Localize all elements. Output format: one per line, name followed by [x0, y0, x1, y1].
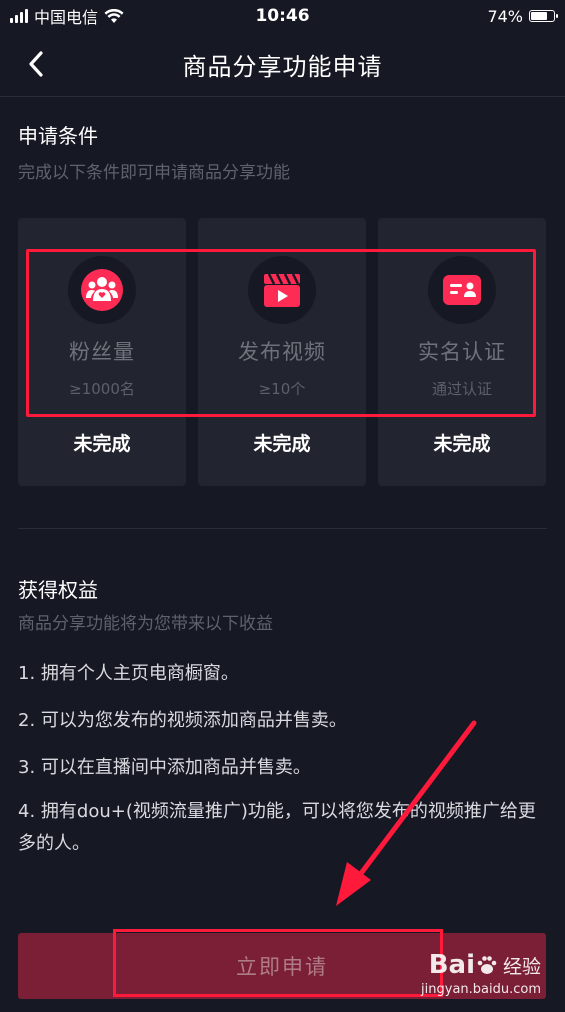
paw-icon — [477, 956, 497, 974]
carrier-label: 中国电信 — [34, 8, 99, 27]
card-requirement: 通过认证 — [431, 380, 492, 398]
signal-icon — [10, 9, 28, 23]
video-icon-wrap — [248, 256, 316, 324]
card-requirement: ≥10个 — [258, 380, 306, 398]
fans-icon-wrap — [68, 256, 136, 324]
card-name: 发布视频 — [238, 340, 326, 364]
card-status: 未完成 — [253, 433, 311, 455]
divider — [18, 528, 547, 529]
status-time: 10:46 — [255, 6, 310, 26]
id-icon-wrap — [428, 256, 496, 324]
conditions-title: 申请条件 — [18, 124, 98, 148]
status-left: 中国电信 — [10, 4, 124, 28]
benefit-item: 3. 可以在直播间中添加商品并售卖。 — [18, 757, 311, 778]
battery-icon — [529, 10, 558, 22]
condition-cards: 粉丝量 ≥1000名 未完成 发布视频 ≥10个 未完成 实名认证 通过认证 未… — [18, 218, 546, 486]
card-name: 实名认证 — [418, 340, 506, 364]
status-bar: 中国电信 10:46 74% — [0, 0, 565, 32]
watermark-suffix: 经验 — [502, 955, 541, 978]
id-card-icon — [443, 275, 481, 305]
card-status: 未完成 — [433, 433, 491, 455]
card-status: 未完成 — [73, 433, 131, 455]
card-requirement: ≥1000名 — [69, 380, 135, 398]
status-right: 74% — [487, 6, 558, 26]
battery-fill — [531, 12, 548, 20]
conditions-subtitle: 完成以下条件即可申请商品分享功能 — [18, 163, 290, 183]
chevron-left-icon — [29, 51, 43, 77]
nav-bar: 商品分享功能申请 — [0, 32, 565, 97]
annotation-arrow — [336, 720, 477, 906]
wifi-icon — [104, 8, 124, 23]
baidu-watermark: Bai 经验 jingyan.baidu.com — [421, 950, 541, 997]
battery-percent: 74% — [487, 6, 523, 26]
benefits-subtitle: 商品分享功能将为您带来以下收益 — [18, 614, 273, 634]
benefit-item: 1. 拥有个人主页电商橱窗。 — [18, 663, 239, 684]
watermark-url: jingyan.baidu.com — [421, 982, 541, 997]
page-title: 商品分享功能申请 — [182, 52, 383, 81]
benefit-item: 4. 拥有dou+(视频流量推广)功能，可以将您发布的视频推广给更多的人。 — [18, 801, 536, 854]
fans-icon — [81, 269, 123, 311]
watermark-logo: Bai 经验 — [429, 950, 541, 980]
card-fans: 粉丝量 ≥1000名 未完成 — [18, 218, 186, 486]
back-button[interactable] — [18, 46, 54, 82]
benefit-item: 2. 可以为您发布的视频添加商品并售卖。 — [18, 710, 347, 731]
benefits-title: 获得权益 — [18, 578, 98, 602]
card-realname: 实名认证 通过认证 未完成 — [378, 218, 546, 486]
card-name: 粉丝量 — [69, 340, 135, 364]
card-video: 发布视频 ≥10个 未完成 — [198, 218, 366, 486]
watermark-brand: Bai — [428, 950, 475, 980]
video-clapper-icon — [264, 273, 300, 307]
